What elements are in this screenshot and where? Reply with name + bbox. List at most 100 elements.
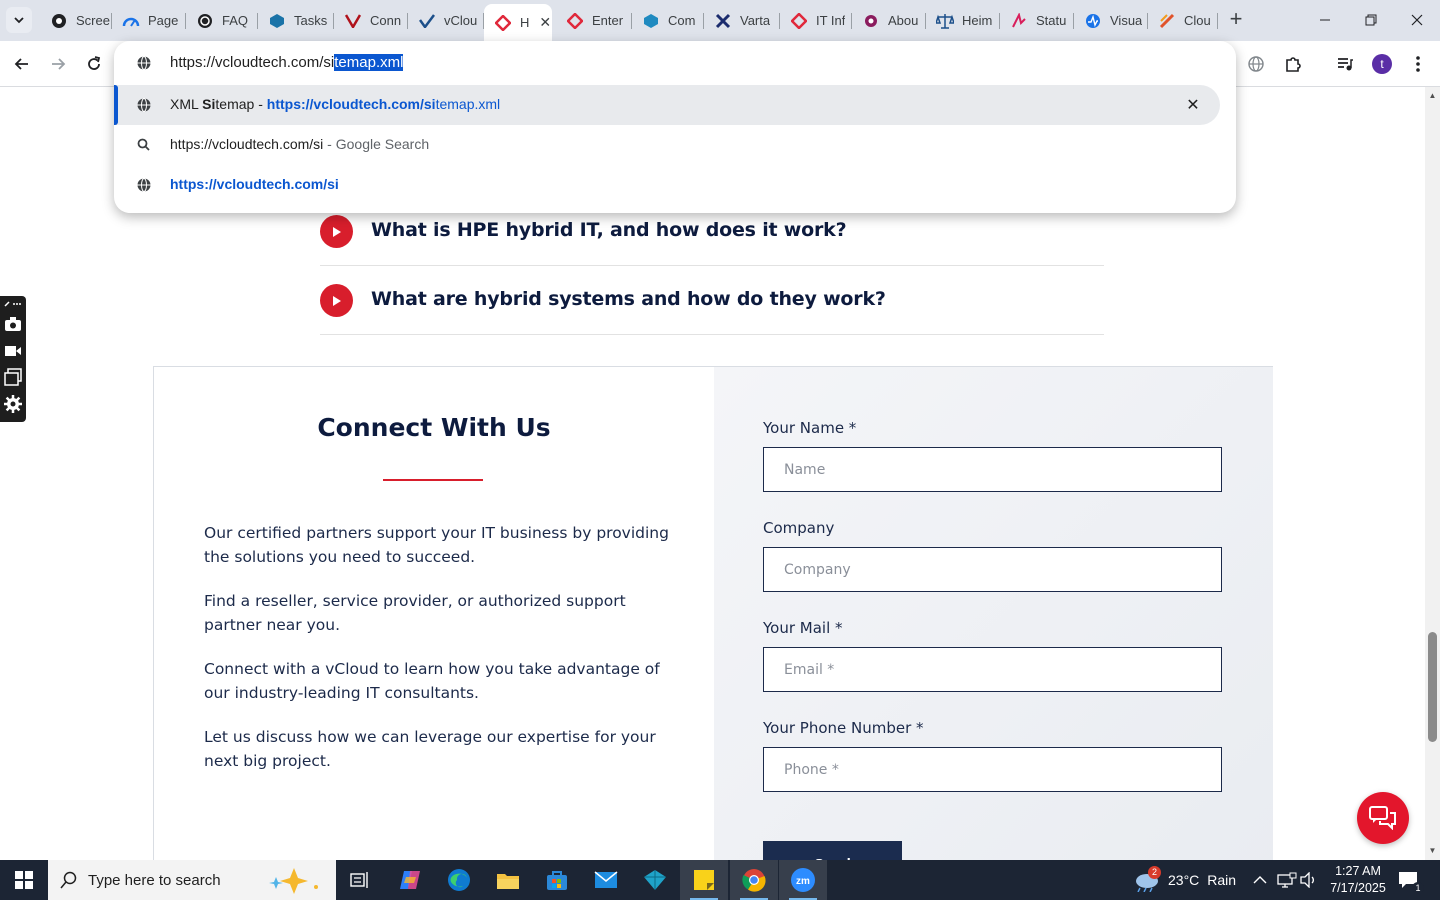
tab-label: H — [520, 15, 530, 30]
new-tab-button[interactable]: + — [1224, 8, 1248, 32]
scrollbar-thumb[interactable] — [1428, 632, 1437, 742]
page-scrollbar[interactable]: ▲ ▼ — [1425, 87, 1440, 860]
extensions-button[interactable] — [1279, 50, 1307, 78]
purple-logo-icon — [862, 12, 880, 30]
kite-app[interactable] — [631, 860, 679, 900]
show-hidden-icons-button[interactable] — [1253, 860, 1267, 900]
profile-button[interactable]: t — [1368, 50, 1396, 78]
edge-app[interactable] — [435, 860, 483, 900]
store-app[interactable] — [533, 860, 581, 900]
windows-icon[interactable] — [4, 368, 22, 386]
chrome-menu-button[interactable] — [1404, 50, 1432, 78]
tab-pagespeed[interactable]: Page — [112, 6, 186, 35]
mail-app[interactable] — [582, 860, 630, 900]
v-logo-icon — [344, 12, 362, 30]
tab-vcloud[interactable]: vClou — [408, 6, 484, 35]
sticky-notes-app[interactable] — [680, 860, 728, 900]
zoom-app[interactable]: zm — [779, 860, 827, 900]
scroll-down-icon[interactable]: ▼ — [1428, 846, 1437, 855]
chrome-app[interactable] — [730, 860, 778, 900]
minimize-button[interactable] — [1302, 6, 1348, 34]
tab-label: Enter — [592, 13, 624, 28]
svg-text:zm: zm — [796, 876, 810, 887]
company-field[interactable] — [763, 547, 1222, 592]
notifications-button[interactable]: 1 — [1398, 860, 1424, 900]
weather-badge: 2 — [1148, 866, 1161, 879]
tab-com[interactable]: Com — [632, 6, 704, 35]
tab-cloud[interactable]: Clou — [1148, 6, 1218, 35]
back-button[interactable] — [8, 50, 36, 78]
file-explorer-app[interactable] — [484, 860, 532, 900]
tab-close-icon[interactable]: ✕ — [539, 14, 551, 31]
address-bar[interactable]: https://vcloudtech.com/sitemap.xml — [114, 41, 1236, 85]
search-icon — [136, 137, 152, 156]
wave-icon — [1084, 12, 1102, 30]
tab-visual[interactable]: Visua — [1074, 6, 1148, 35]
suggestion-sitemap[interactable]: XML Sitemap - https://vcloudtech.com/sit… — [114, 85, 1220, 125]
tab-about[interactable]: Abou — [852, 6, 926, 35]
tab-search-button[interactable] — [6, 7, 32, 33]
faq-item[interactable]: What are hybrid systems and how do they … — [320, 266, 1104, 335]
video-camera-icon[interactable] — [4, 342, 22, 360]
capture-toolbar — [0, 296, 26, 422]
sparkle-highlight-icon — [269, 868, 318, 894]
email-field[interactable] — [763, 647, 1222, 692]
autocomplete-selection: temap.xml — [334, 54, 404, 71]
clock-time: 1:27 AM — [1335, 864, 1381, 878]
contact-form: Your Name * Company Your Mail * Your Pho… — [714, 367, 1273, 860]
tab-faq[interactable]: FAQ — [186, 6, 258, 35]
copilot-app[interactable] — [386, 860, 434, 900]
tab-enter[interactable]: Enter — [556, 6, 632, 35]
remove-suggestion-icon[interactable]: ✕ — [1182, 94, 1204, 116]
contact-title: Connect With Us — [317, 413, 551, 442]
scroll-up-icon[interactable]: ▲ — [1428, 91, 1437, 100]
tab-conn[interactable]: Conn — [334, 6, 408, 35]
close-icon — [1411, 14, 1423, 26]
system-clock[interactable]: 1:27 AM 7/17/2025 — [1322, 863, 1394, 897]
tab-label: Page — [148, 13, 179, 28]
phone-field[interactable] — [763, 747, 1222, 792]
tab-heim[interactable]: Heim — [926, 6, 1000, 35]
suggestion-url[interactable]: https://vcloudtech.com/si — [114, 165, 1220, 205]
search-icon — [60, 871, 77, 889]
volume-button[interactable] — [1300, 860, 1318, 900]
vcloud-icon — [418, 12, 436, 30]
suggestion-google-search[interactable]: https://vcloudtech.com/si - Google Searc… — [114, 125, 1220, 165]
tab-strip: Scree Page FAQ Tasks Conn vClou H ✕ Ente… — [0, 0, 1440, 41]
tab-hpe-active[interactable]: H ✕ — [484, 4, 552, 41]
edit-more-icon[interactable] — [4, 298, 22, 308]
media-controls-button[interactable] — [1331, 50, 1359, 78]
camera-icon[interactable] — [4, 315, 22, 333]
suggestion-title-match: Si — [202, 96, 216, 112]
address-text[interactable]: https://vcloudtech.com/sitemap.xml — [170, 54, 404, 71]
start-button[interactable] — [0, 860, 48, 900]
name-label: Your Name * — [763, 419, 857, 437]
chat-button[interactable] — [1357, 792, 1409, 844]
tab-screenshot[interactable]: Scree — [40, 6, 112, 35]
mail-icon — [594, 871, 618, 888]
tab-tasks[interactable]: Tasks — [258, 6, 334, 35]
close-window-button[interactable] — [1394, 6, 1440, 34]
chrome-icon — [742, 869, 766, 892]
tab-varta[interactable]: Varta — [704, 6, 780, 35]
network-button[interactable] — [1277, 860, 1297, 900]
weather-widget[interactable]: 2 23°C Rain — [1134, 860, 1236, 900]
name-field[interactable] — [763, 447, 1222, 492]
restore-button[interactable] — [1348, 6, 1394, 34]
title-divider — [383, 479, 483, 481]
hpe-diamond-icon — [566, 12, 584, 30]
task-view-button[interactable] — [336, 860, 384, 900]
taskbar-search[interactable]: Type here to search — [48, 860, 336, 900]
forward-arrow-icon — [52, 58, 66, 70]
speaker-icon — [1300, 872, 1314, 888]
tab-status[interactable]: Statu — [1000, 6, 1074, 35]
suggestion-title-prefix: XML — [170, 96, 203, 112]
forward-button[interactable] — [44, 50, 72, 78]
reload-button[interactable] — [80, 50, 108, 78]
gear-icon[interactable] — [4, 395, 22, 413]
translate-button[interactable] — [1242, 50, 1270, 78]
tab-it-inf[interactable]: IT Inf — [780, 6, 852, 35]
kite-icon — [644, 870, 666, 890]
chat-bubbles-icon — [1369, 806, 1396, 830]
send-button[interactable]: Send — [763, 841, 902, 860]
